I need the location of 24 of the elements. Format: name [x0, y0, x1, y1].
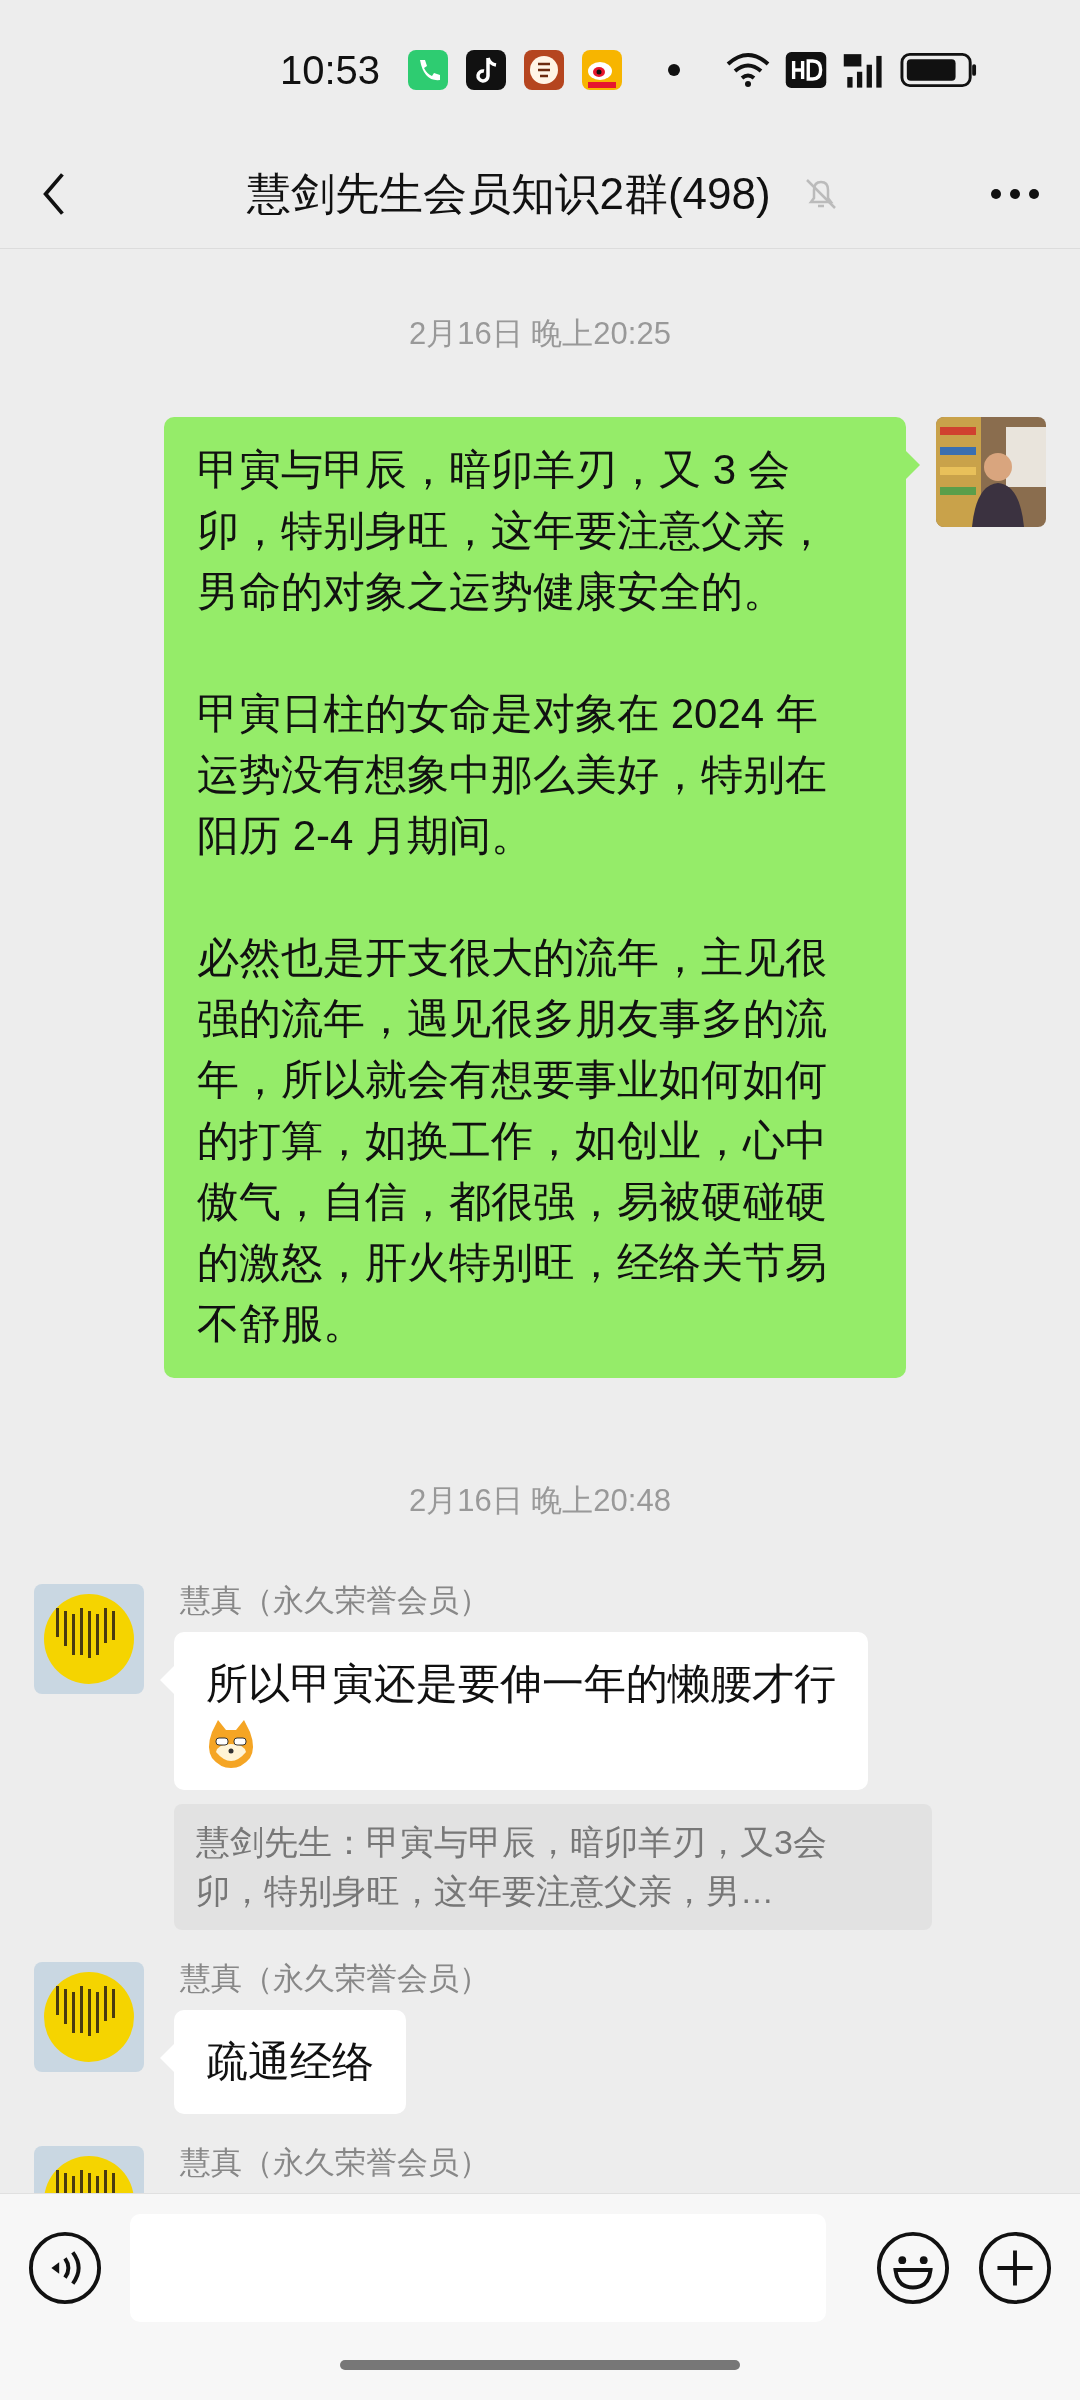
chat-title: 慧剑先生会员知识2群(498)	[247, 167, 771, 220]
phone-app-icon	[408, 50, 449, 90]
more-icon[interactable]	[990, 188, 1040, 200]
sender-name: 慧真（永久荣誉会员）	[180, 1582, 491, 1620]
hd-badge-icon	[784, 52, 829, 88]
message-text: 所以甲寅还是要伸一年的懒腰才行	[206, 1660, 836, 1707]
battery-icon	[900, 52, 979, 88]
clock-time: 10:53	[280, 47, 381, 93]
voice-icon[interactable]	[28, 2231, 102, 2305]
emoji-icon[interactable]	[876, 2231, 950, 2305]
message-text: 甲寅与甲辰，暗卯羊刃，又 3 会卯，特别身旺，这年要注意父亲，男命的对象之运势健康安全的。	[197, 445, 828, 617]
message-text: 甲寅日柱的女命是对象在 2024 年运势没有想象中那么美好，特别在阳历 2-4 月期间。	[197, 689, 828, 861]
message-text: 必然也是开支很大的流年，主见很强的流年，遇见很多朋友事多的流年，所以就会有想要事业如何如何的打算，如换工作，如创业，心中傲气，自信，都很强，易被硬碰硬的激怒，肝火特别旺，经络关节易不舒服。	[197, 933, 828, 1349]
quoted-message: 慧剑先生：甲寅与甲辰，暗卯羊刃，又3会卯，特别身旺，这年要注意父亲，男…	[174, 1804, 932, 1930]
timestamp: 2月16日 晚上20:48	[409, 1482, 671, 1520]
plus-icon[interactable]	[978, 2231, 1052, 2305]
notification-dot-icon	[668, 64, 681, 76]
sender-name: 慧真（永久荣誉会员）	[180, 2144, 491, 2182]
timestamp: 2月16日 晚上20:25	[409, 315, 671, 353]
music-note-app-icon	[466, 50, 507, 90]
wifi-icon	[726, 52, 771, 88]
message-text: 疏通经络	[206, 2038, 374, 2085]
sender-name: 慧真（永久荣誉会员）	[180, 1960, 491, 1998]
eye-logo-app-icon	[582, 50, 623, 90]
